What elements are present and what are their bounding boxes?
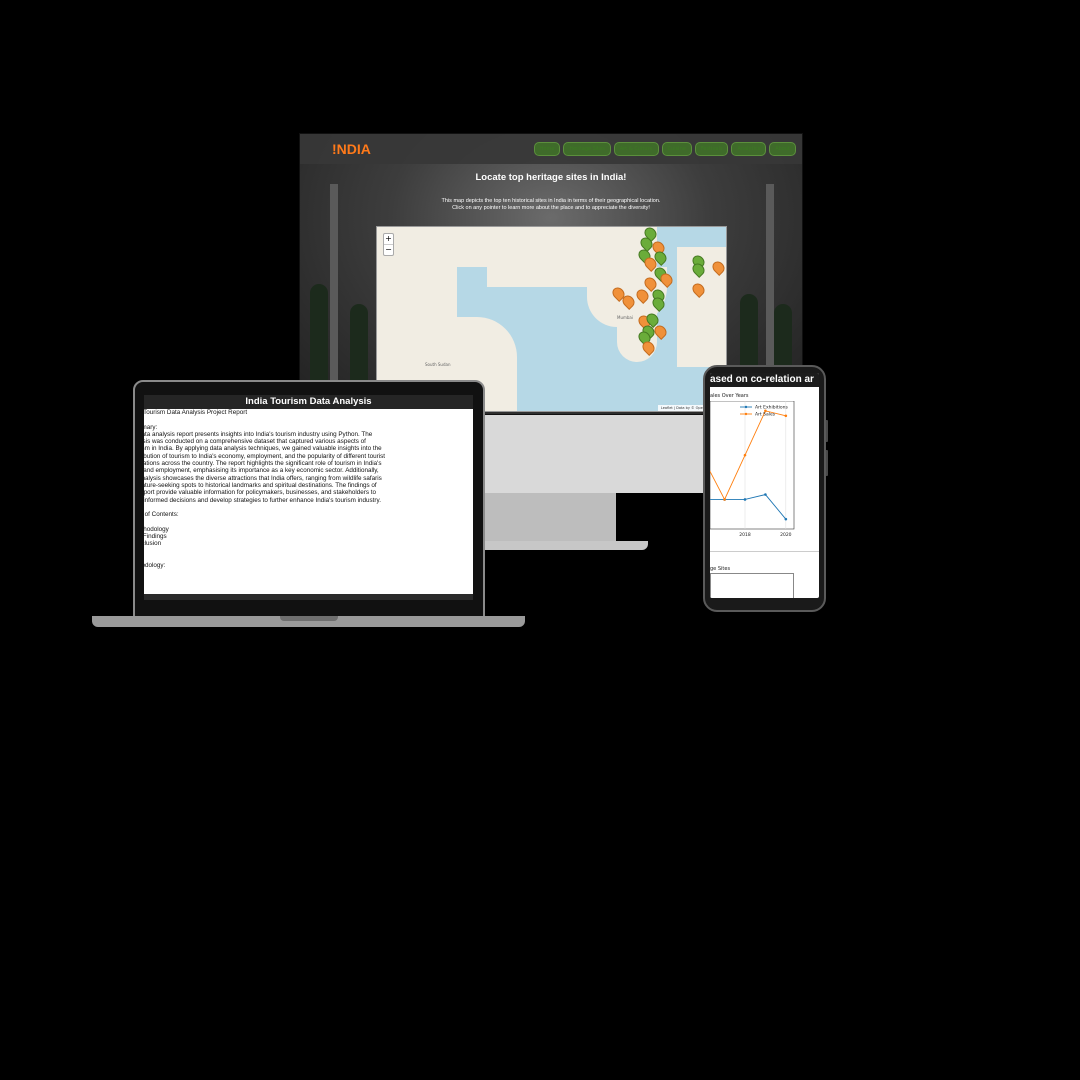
map-description-line: This map depicts the top ten historical … xyxy=(441,198,661,204)
nav-link-culture[interactable]: Art & Culture xyxy=(613,142,659,156)
report-text-line: a Tourism Data Analysis Project Report xyxy=(144,409,248,416)
chart-data-point xyxy=(743,498,747,501)
nav-links: Home Heritage Sites Art & Culture Cuisin… xyxy=(533,142,796,156)
report-text-line: hodology: xyxy=(144,562,166,570)
phone-screen: ased on co-relation ar ales Over Years A… xyxy=(710,373,819,598)
report-footer-bar xyxy=(144,594,473,600)
monitor-stand xyxy=(484,493,616,543)
report-body: a Tourism Data Analysis Project Report nm… xyxy=(144,409,473,570)
map-description: This map depicts the top ten historical … xyxy=(300,198,802,212)
nav-link-festivals[interactable]: Festivals xyxy=(694,142,729,156)
report-text-line: tribution of tourism to India's economy,… xyxy=(144,452,386,460)
report-text-line: h and employment, emphasising its import… xyxy=(144,467,379,475)
site-navbar: !NDIA Home Heritage Sites Art & Culture … xyxy=(300,134,802,164)
map-label: Mumbai xyxy=(617,315,633,320)
chart-data-point xyxy=(784,517,788,521)
legend-label: Art Exhibitions xyxy=(755,405,788,411)
nav-link-cuisine[interactable]: Cuisine xyxy=(661,142,692,156)
report-text-line: rism in India. By applying data analysis… xyxy=(144,445,382,453)
map-label: South Sudan xyxy=(425,362,451,367)
report-text-line: le of Contents: xyxy=(144,511,179,519)
report-text-line: data analysis report presents insights i… xyxy=(144,430,373,438)
x-tick-label: 2020 xyxy=(780,532,792,538)
x-tick-label: 2018 xyxy=(739,532,751,538)
chart-plot-frame xyxy=(710,401,795,530)
chart-series-line xyxy=(710,410,786,501)
report-text-line: nclusion xyxy=(144,540,162,548)
map-description-line: Click on any pointer to learn more about… xyxy=(452,205,650,211)
report-text-line: report provide valuable information for … xyxy=(144,489,377,497)
nav-link-analytics[interactable]: Analytics xyxy=(731,142,767,156)
report-text-line: nature-seeking spots to historical landm… xyxy=(144,481,377,489)
phone-page-title: ased on co-relation ar xyxy=(710,373,819,387)
chart-title: ales Over Years xyxy=(710,393,749,399)
report-text-line: y Findings xyxy=(144,533,167,541)
report-text-line: ethodology xyxy=(144,525,169,533)
report-text-line: e informed decisions and develop strateg… xyxy=(144,496,381,504)
section-divider xyxy=(710,551,819,552)
map-heading: Locate top heritage sites in India! xyxy=(475,172,627,183)
zoom-out-button[interactable]: − xyxy=(384,244,393,255)
chart-data-point xyxy=(764,493,767,496)
monitor-stand-foot xyxy=(484,541,648,550)
site-logo[interactable]: !NDIA xyxy=(332,141,371,157)
report-text-line: nmary: xyxy=(144,423,158,431)
report-blank-line xyxy=(144,416,473,423)
report-text-line: inations across the country. The report … xyxy=(144,460,382,468)
laptop-screen: India Tourism Data Analysis a Tourism Da… xyxy=(144,395,473,600)
map-zoom-control: + − xyxy=(383,233,394,256)
nav-link-about[interactable]: About xyxy=(769,142,796,156)
legend-marker xyxy=(744,405,748,409)
report-blank-line xyxy=(144,555,473,562)
legend-label: Art Sales xyxy=(755,412,776,418)
legend-marker xyxy=(744,412,748,416)
report-header: India Tourism Data Analysis xyxy=(144,395,473,409)
chart-data-point xyxy=(723,498,726,501)
zoom-in-button[interactable]: + xyxy=(384,234,393,244)
section-title: ge Sites xyxy=(710,566,731,572)
report-blank-line xyxy=(144,548,473,555)
laptop-notch xyxy=(280,616,338,621)
nav-link-home[interactable]: Home xyxy=(533,142,561,156)
sales-line-chart: Art ExhibitionsArt Sales620182020 xyxy=(710,401,795,538)
chart-data-point xyxy=(784,414,788,418)
heritage-sites-chart-frame xyxy=(710,573,794,598)
report-text-line: lysis was conducted on a comprehensive d… xyxy=(144,438,366,446)
report-blank-line xyxy=(144,504,473,511)
report-text-line: analysis showcases the diverse attractio… xyxy=(144,474,382,482)
report-blank-line xyxy=(144,518,473,525)
nav-link-heritage[interactable]: Heritage Sites xyxy=(563,142,611,156)
chart-data-point xyxy=(743,453,747,457)
